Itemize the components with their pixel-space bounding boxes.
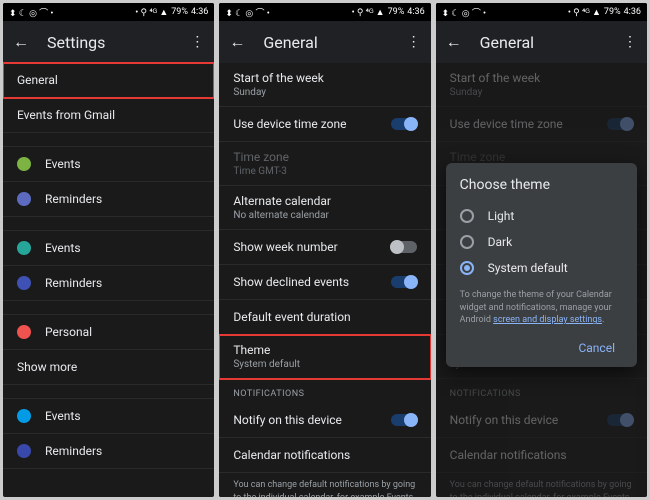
more-icon[interactable]: ⋮ xyxy=(190,34,204,50)
statusbar: ⬍ ☾ ◎ ⌒ • • ⚲ ⁴ᴳ ▲79%4:36 xyxy=(3,3,214,21)
row-declined[interactable]: Show declined events xyxy=(219,265,430,300)
row-general[interactable]: General xyxy=(3,63,214,98)
back-icon[interactable]: ← xyxy=(13,32,31,52)
more-icon: ⋮ xyxy=(623,34,637,50)
toggle-on-icon[interactable] xyxy=(391,276,417,288)
row-reminders-1[interactable]: Reminders xyxy=(3,182,214,217)
option-light[interactable]: Light xyxy=(460,203,623,229)
row-reminders-3[interactable]: Reminders xyxy=(3,434,214,469)
row-timezone: Time zoneTime GMT-3 xyxy=(219,142,430,186)
row-events-3[interactable]: Events xyxy=(3,399,214,434)
toggle-on-icon xyxy=(607,118,633,130)
row-notify-device: Notify on this device xyxy=(436,403,647,438)
header: ← General ⋮ xyxy=(219,21,430,63)
color-dot xyxy=(17,325,31,339)
option-dark[interactable]: Dark xyxy=(460,229,623,255)
toggle-on-icon[interactable] xyxy=(391,414,417,426)
row-events-1[interactable]: Events xyxy=(3,147,214,182)
footnote: You can change default notifications by … xyxy=(219,473,430,497)
color-dot xyxy=(17,444,31,458)
dialog-note: To change the theme of your Calendar wid… xyxy=(460,289,623,327)
cancel-button[interactable]: Cancel xyxy=(570,335,623,361)
toggle-on-icon xyxy=(607,414,633,426)
row-alt-calendar[interactable]: Alternate calendarNo alternate calendar xyxy=(219,186,430,230)
back-icon[interactable]: ← xyxy=(229,32,247,52)
screen-settings: ⬍ ☾ ◎ ⌒ • • ⚲ ⁴ᴳ ▲79%4:36 ← Settings ⋮ G… xyxy=(3,3,214,497)
radio-on-icon xyxy=(460,261,474,275)
screen-general: ⬍ ☾ ◎ ⌒ • • ⚲ ⁴ᴳ ▲79%4:36 ← General ⋮ St… xyxy=(219,3,430,497)
row-reminders-2[interactable]: Reminders xyxy=(3,266,214,301)
color-dot xyxy=(17,276,31,290)
page-title: Settings xyxy=(47,33,190,52)
more-icon[interactable]: ⋮ xyxy=(407,34,421,50)
row-start-week: Start of the weekSunday xyxy=(436,63,647,107)
row-calendar-notif: Calendar notifications xyxy=(436,438,647,473)
radio-off-icon xyxy=(460,209,474,223)
header: ← General ⋮ xyxy=(436,21,647,63)
page-title: General xyxy=(263,33,406,52)
section-notifications: Notifications xyxy=(219,379,430,403)
row-personal[interactable]: Personal xyxy=(3,315,214,350)
color-dot xyxy=(17,157,31,171)
row-events-2[interactable]: Events xyxy=(3,231,214,266)
dialog-title: Choose theme xyxy=(460,177,623,193)
radio-off-icon xyxy=(460,235,474,249)
color-dot xyxy=(17,192,31,206)
row-start-week[interactable]: Start of the weekSunday xyxy=(219,63,430,107)
toggle-off-icon[interactable] xyxy=(391,241,417,253)
page-title: General xyxy=(480,33,623,52)
theme-dialog: Choose theme Light Dark System default T… xyxy=(446,163,637,367)
option-system-default[interactable]: System default xyxy=(460,255,623,281)
back-icon: ← xyxy=(446,32,464,52)
row-device-tz: Use device time zone xyxy=(436,107,647,142)
footnote: You can change default notifications by … xyxy=(436,473,647,497)
row-theme[interactable]: ThemeSystem default xyxy=(219,335,430,379)
statusbar: ⬍ ☾ ◎ ⌒ • • ⚲ ⁴ᴳ ▲79%4:36 xyxy=(436,3,647,21)
color-dot xyxy=(17,241,31,255)
row-events-gmail[interactable]: Events from Gmail xyxy=(3,98,214,133)
statusbar: ⬍ ☾ ◎ ⌒ • • ⚲ ⁴ᴳ ▲79%4:36 xyxy=(219,3,430,21)
section-notifications: Notifications xyxy=(436,379,647,403)
row-duration[interactable]: Default event duration xyxy=(219,300,430,335)
row-device-tz[interactable]: Use device time zone xyxy=(219,107,430,142)
color-dot xyxy=(17,409,31,423)
row-notify-device[interactable]: Notify on this device xyxy=(219,403,430,438)
row-calendar-notif[interactable]: Calendar notifications xyxy=(219,438,430,473)
link-display-settings[interactable]: screen and display settings xyxy=(493,315,602,325)
screen-theme-dialog: ⬍ ☾ ◎ ⌒ • • ⚲ ⁴ᴳ ▲79%4:36 ← General ⋮ St… xyxy=(436,3,647,497)
header: ← Settings ⋮ xyxy=(3,21,214,63)
row-week-number[interactable]: Show week number xyxy=(219,230,430,265)
row-show-more[interactable]: Show more xyxy=(3,350,214,385)
toggle-on-icon[interactable] xyxy=(391,118,417,130)
